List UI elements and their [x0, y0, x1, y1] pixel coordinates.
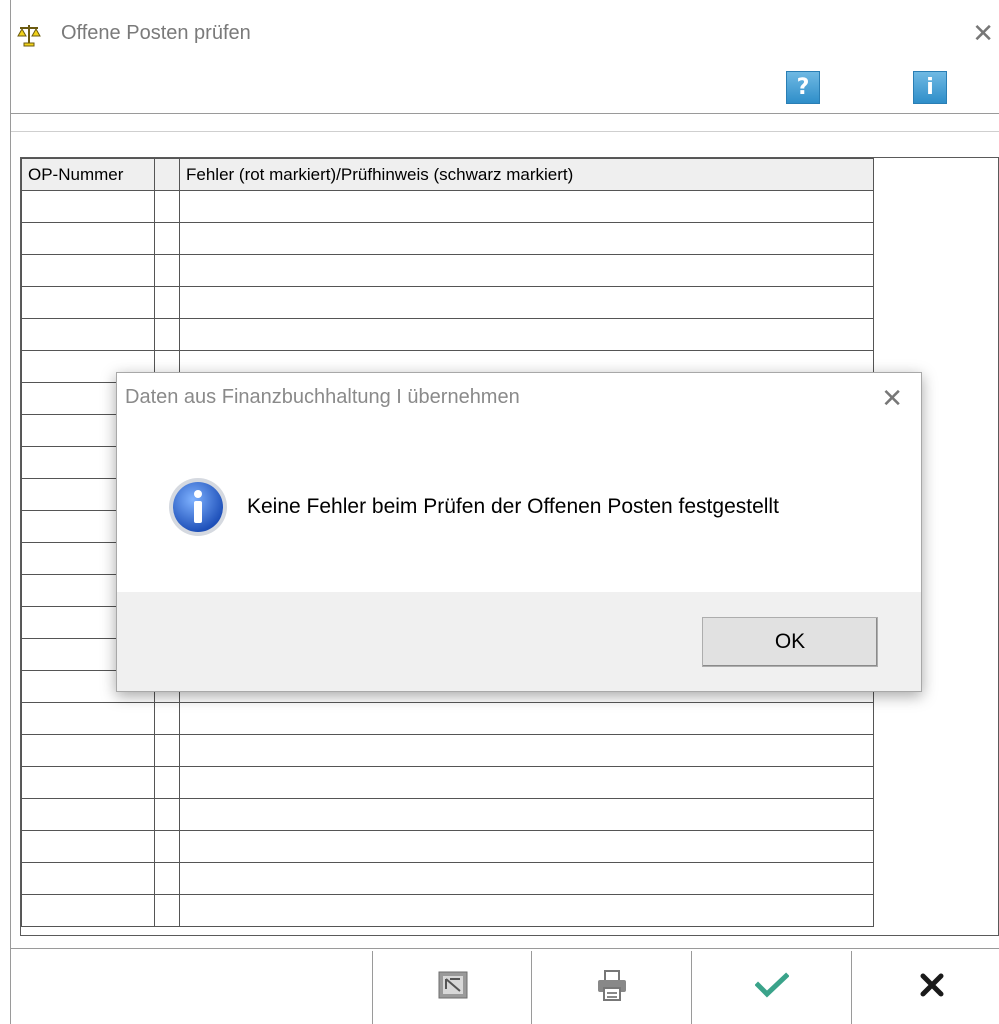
divider: [11, 131, 999, 132]
table-cell[interactable]: [154, 862, 180, 895]
table-cell[interactable]: [179, 222, 874, 255]
column-header-op-nummer[interactable]: OP-Nummer: [21, 158, 155, 191]
table-cell[interactable]: [21, 702, 155, 735]
table-cell[interactable]: [179, 254, 874, 287]
table-row[interactable]: [21, 862, 874, 895]
table-cell[interactable]: [21, 734, 155, 767]
table-cell[interactable]: [179, 830, 874, 863]
app-scales-icon: [16, 22, 42, 48]
dialog-close-button[interactable]: ✕: [881, 383, 903, 414]
table-cell[interactable]: [179, 798, 874, 831]
table-row[interactable]: [21, 766, 874, 799]
title-bar: Offene Posten prüfen ✕: [11, 0, 999, 70]
table-cell[interactable]: [21, 254, 155, 287]
table-row[interactable]: [21, 702, 874, 735]
table-cell[interactable]: [179, 702, 874, 735]
cancel-button[interactable]: [851, 951, 999, 1024]
print-button[interactable]: [531, 951, 691, 1024]
table-cell[interactable]: [21, 286, 155, 319]
table-cell[interactable]: [154, 318, 180, 351]
table-header-row: OP-Nummer Fehler (rot markiert)/Prüfhinw…: [21, 158, 874, 191]
table-row[interactable]: [21, 286, 874, 319]
table-row[interactable]: [21, 798, 874, 831]
table-cell[interactable]: [154, 254, 180, 287]
divider: [11, 948, 999, 949]
table-cell[interactable]: [179, 286, 874, 319]
table-cell[interactable]: [154, 766, 180, 799]
table-cell[interactable]: [21, 830, 155, 863]
divider: [11, 113, 999, 114]
table-cell[interactable]: [179, 190, 874, 223]
table-cell[interactable]: [154, 286, 180, 319]
column-header-marker[interactable]: [154, 158, 180, 191]
help-button[interactable]: ?: [786, 71, 820, 104]
info-icon: [167, 476, 229, 538]
print-icon: [595, 968, 629, 1007]
table-cell[interactable]: [21, 894, 155, 927]
table-cell[interactable]: [154, 190, 180, 223]
table-cell[interactable]: [21, 798, 155, 831]
dialog-message: Keine Fehler beim Prüfen der Offenen Pos…: [247, 495, 779, 518]
table-row[interactable]: [21, 318, 874, 351]
bottom-button-bar: [11, 951, 999, 1024]
table-row[interactable]: [21, 830, 874, 863]
window-close-button[interactable]: ✕: [972, 20, 994, 46]
table-row[interactable]: [21, 734, 874, 767]
column-header-fehler[interactable]: Fehler (rot markiert)/Prüfhinweis (schwa…: [179, 158, 874, 191]
table-cell[interactable]: [179, 894, 874, 927]
window-title: Offene Posten prüfen: [61, 22, 251, 44]
table-row[interactable]: [21, 254, 874, 287]
table-row[interactable]: [21, 894, 874, 927]
dialog-title: Daten aus Finanzbuchhaltung I übernehmen: [125, 386, 520, 408]
table-row[interactable]: [21, 222, 874, 255]
export-button[interactable]: [372, 951, 532, 1024]
table-cell[interactable]: [154, 798, 180, 831]
table-cell[interactable]: [21, 222, 155, 255]
table-cell[interactable]: [154, 830, 180, 863]
table-cell[interactable]: [21, 862, 155, 895]
table-cell[interactable]: [21, 766, 155, 799]
table-cell[interactable]: [21, 190, 155, 223]
table-cell[interactable]: [154, 702, 180, 735]
close-icon: [919, 972, 945, 1003]
table-cell[interactable]: [179, 734, 874, 767]
table-row[interactable]: [21, 190, 874, 223]
confirm-button[interactable]: [691, 951, 851, 1024]
export-icon: [438, 971, 468, 1004]
table-cell[interactable]: [154, 222, 180, 255]
message-dialog: Daten aus Finanzbuchhaltung I übernehmen…: [116, 372, 922, 692]
table-cell[interactable]: [179, 862, 874, 895]
info-button[interactable]: i: [913, 71, 947, 104]
table-cell[interactable]: [179, 318, 874, 351]
table-cell[interactable]: [154, 894, 180, 927]
table-cell[interactable]: [154, 734, 180, 767]
dialog-footer: OK: [117, 592, 921, 691]
ok-button[interactable]: OK: [702, 617, 878, 667]
check-icon: [753, 972, 790, 1003]
table-cell[interactable]: [179, 766, 874, 799]
table-cell[interactable]: [21, 318, 155, 351]
